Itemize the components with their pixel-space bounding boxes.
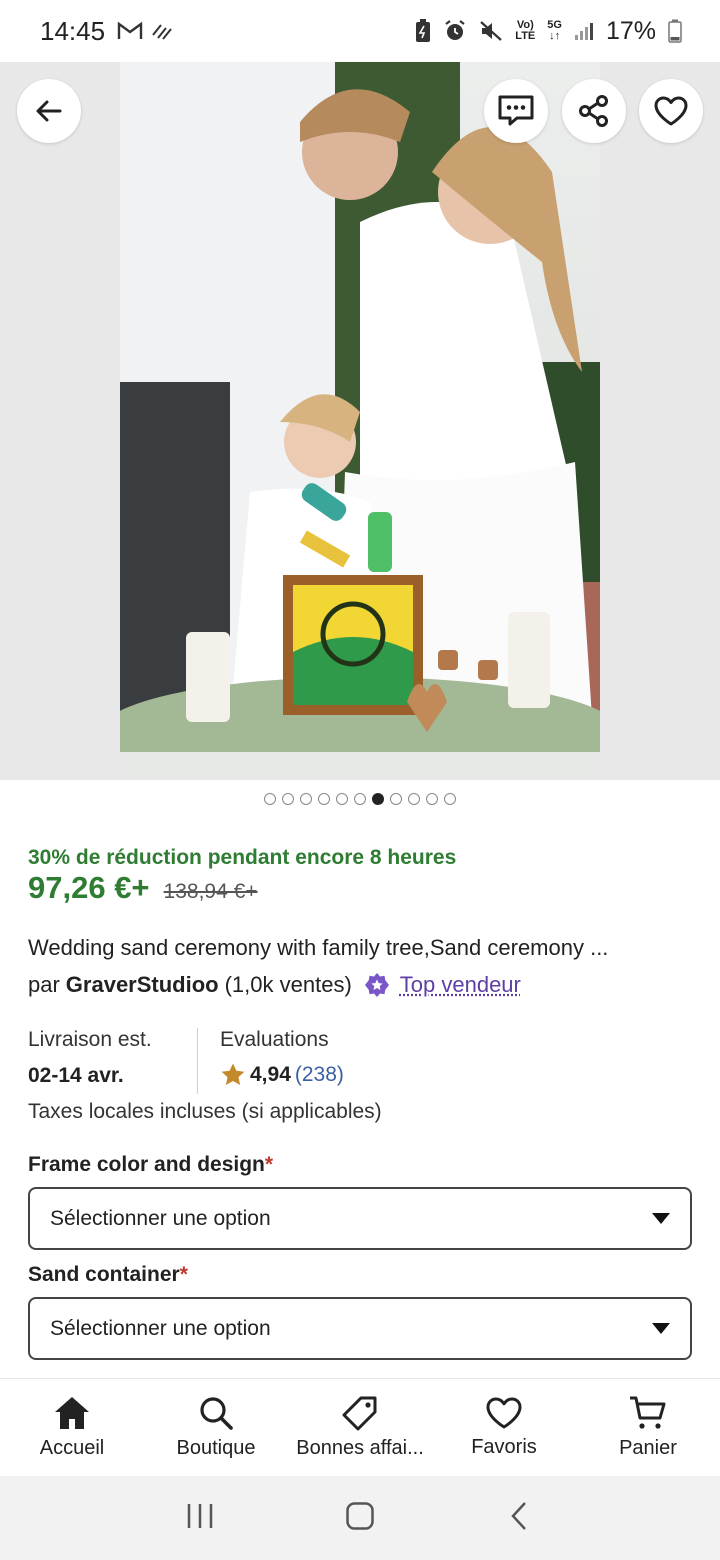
recent-apps-button[interactable] (185, 1501, 215, 1536)
signal-activity-icon (151, 21, 173, 41)
search-icon (200, 1397, 233, 1430)
frame-option-select[interactable]: Sélectionner une option (28, 1187, 692, 1250)
alarm-icon (443, 19, 467, 43)
dropdown-caret-icon (652, 1323, 670, 1334)
sand-container-value: Sélectionner une option (50, 1316, 271, 1340)
tag-icon (342, 1396, 377, 1431)
nav-shop[interactable]: Boutique (144, 1379, 288, 1476)
carousel-dot[interactable] (444, 793, 456, 805)
reviews-label: Evaluations (220, 1028, 329, 1051)
gmail-icon (117, 21, 143, 41)
mute-icon (479, 19, 503, 43)
battery-saver-icon (415, 19, 431, 43)
seller-sales: (1,0k ventes) (224, 972, 352, 997)
carousel-dot[interactable] (354, 793, 366, 805)
taxes-note: Taxes locales incluses (si applicables) (28, 1100, 382, 1123)
carousel-dot[interactable] (318, 793, 330, 805)
frame-option-label: Frame color and design* (28, 1153, 274, 1176)
rating-count[interactable]: (238) (295, 1063, 344, 1087)
nav-cart-label: Panier (619, 1437, 677, 1459)
frame-option-value: Sélectionner une option (50, 1206, 271, 1230)
delivery-label: Livraison est. (28, 1028, 152, 1051)
star-icon (221, 1063, 245, 1085)
delivery-reviews: Livraison est. 02-14 avr. Evaluations 4,… (28, 1028, 692, 1094)
heart-icon (486, 1397, 522, 1429)
top-seller-badge-icon (364, 972, 390, 998)
top-seller-link[interactable]: Top vendeur (400, 972, 521, 998)
share-button[interactable] (562, 79, 626, 143)
original-price: 138,94 €+ (163, 880, 258, 903)
seller-prefix: par (28, 972, 60, 997)
delivery-dates: 02-14 avr. (28, 1064, 124, 1087)
home-system-button[interactable] (345, 1501, 375, 1536)
price-row: 97,26 €+ 138,94 €+ (28, 870, 692, 906)
message-button[interactable] (484, 79, 548, 143)
carousel-dot[interactable] (390, 793, 402, 805)
volte-icon: Vo) LTE (515, 19, 536, 42)
carousel-dot[interactable] (264, 793, 276, 805)
current-price: 97,26 €+ (28, 870, 150, 905)
home-square-icon (346, 1501, 374, 1530)
cell-signal-icon (574, 21, 594, 41)
nav-home-label: Accueil (39, 1437, 105, 1459)
nav-deals[interactable]: Bonnes affai... (288, 1379, 432, 1476)
seller-name-link[interactable]: GraverStudioo (66, 972, 219, 998)
bottom-navigation: Accueil Boutique Bonnes affai... Favoris… (0, 1378, 720, 1476)
nav-favorites-label: Favoris (471, 1436, 537, 1458)
carousel-dot[interactable] (426, 793, 438, 805)
carousel-dot[interactable] (336, 793, 348, 805)
product-photo (120, 62, 600, 780)
nav-shop-label: Boutique (176, 1437, 256, 1459)
share-icon (579, 95, 608, 127)
carousel-dot[interactable] (300, 793, 312, 805)
rating-row[interactable]: 4,94 (238) (220, 1062, 344, 1088)
5g-icon: 5G ↓↑ (547, 19, 562, 42)
message-icon (498, 95, 534, 126)
listing-title[interactable]: Wedding sand ceremony with family tree,S… (28, 935, 692, 961)
back-button[interactable] (17, 79, 81, 143)
home-icon (55, 1397, 89, 1429)
delivery-block: Livraison est. 02-14 avr. (28, 1028, 198, 1094)
heart-outline-icon (654, 96, 688, 126)
system-back-button[interactable] (505, 1501, 535, 1536)
sand-container-select[interactable]: Sélectionner une option (28, 1297, 692, 1360)
carousel-indicator (0, 793, 720, 805)
status-time: 14:45 (40, 15, 106, 46)
nav-favorites[interactable]: Favoris (432, 1379, 576, 1476)
seller-line: par GraverStudioo (1,0k ventes) Top vend… (28, 972, 692, 998)
nav-deals-label: Bonnes affai... (296, 1437, 424, 1459)
nav-home[interactable]: Accueil (0, 1379, 144, 1476)
nav-cart[interactable]: Panier (576, 1379, 720, 1476)
cart-icon (630, 1396, 666, 1429)
rating-value: 4,94 (250, 1063, 291, 1086)
promo-text: 30% de réduction pendant encore 8 heures (28, 846, 457, 869)
recent-apps-icon (187, 1503, 213, 1528)
system-navigation-bar (0, 1476, 720, 1560)
dropdown-caret-icon (652, 1213, 670, 1224)
battery-icon (668, 19, 682, 43)
sand-container-label: Sand container* (28, 1263, 188, 1286)
carousel-dot[interactable] (372, 793, 384, 805)
carousel-dot[interactable] (282, 793, 294, 805)
arrow-left-icon (36, 100, 62, 122)
status-bar: 14:45 Vo) LTE 5G ↓↑ 17% (0, 0, 720, 62)
product-image-carousel[interactable] (0, 62, 720, 780)
reviews-block[interactable]: Evaluations 4,94 (238) (198, 1028, 344, 1094)
battery-percent: 17% (605, 16, 656, 45)
carousel-dot[interactable] (408, 793, 420, 805)
favorite-button[interactable] (639, 79, 703, 143)
chevron-left-icon (511, 1501, 526, 1530)
